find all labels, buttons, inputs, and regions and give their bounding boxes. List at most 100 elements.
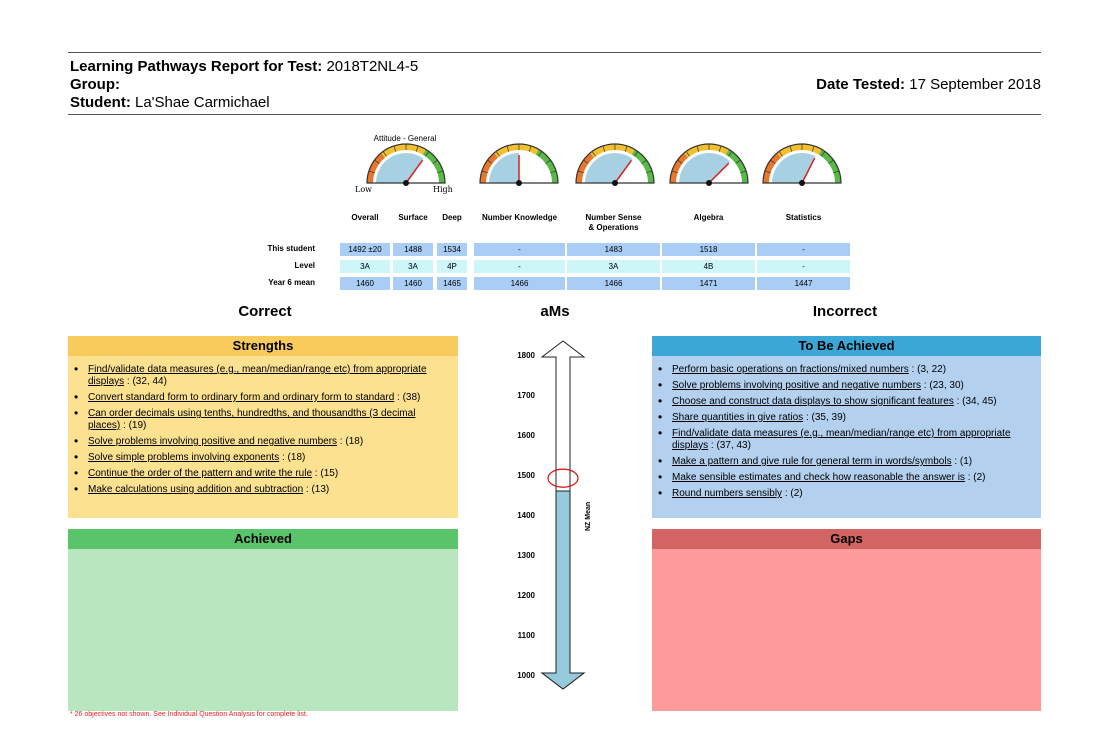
scale-tick-label: 1200 (517, 591, 535, 600)
question-refs: : (37, 43) (708, 440, 751, 451)
group-label: Group: (70, 76, 120, 93)
question-refs: : (1) (951, 456, 973, 467)
gaps-panel (652, 549, 1041, 711)
attitude-gauge (479, 143, 559, 186)
objective-link[interactable]: Share quantities in give ratios (672, 412, 803, 423)
question-refs: : (32, 44) (124, 376, 167, 387)
table-cell: 1492 ±20 (340, 243, 390, 256)
table-cell: - (757, 243, 850, 256)
table-cell: 1471 (662, 277, 755, 290)
achieved-header: Achieved (68, 529, 458, 549)
table-cell: - (474, 243, 565, 256)
table-cell: 1466 (474, 277, 565, 290)
student-line: Student: La'Shae Carmichael (70, 94, 270, 112)
scale-tick-label: 1000 (517, 671, 535, 680)
list-item: Can order decimals using tenths, hundred… (74, 407, 450, 432)
gauge-low-label: Low (355, 185, 372, 194)
to-be-achieved-header: To Be Achieved (652, 336, 1041, 356)
correct-heading: Correct (238, 303, 292, 320)
table-cell: 4B (662, 260, 755, 273)
table-column-header: Overall (351, 213, 379, 222)
table-cell: 1460 (393, 277, 433, 290)
list-item: Make sensible estimates and check how re… (658, 471, 1033, 484)
report-title: Learning Pathways Report for Test: 2018T… (70, 58, 418, 76)
incorrect-heading: Incorrect (812, 303, 878, 320)
report-title-label: Learning Pathways Report for Test: (70, 58, 323, 75)
list-item: Solve problems involving positive and ne… (658, 379, 1033, 392)
objective-link[interactable]: Round numbers sensibly (672, 488, 782, 499)
question-refs: : (35, 39) (803, 412, 846, 423)
table-column-header: Number Sense & Operations (585, 213, 642, 232)
table-cell: 1465 (437, 277, 467, 290)
list-item: Make a pattern and give rule for general… (658, 455, 1033, 468)
objective-link[interactable]: Solve problems involving positive and ne… (88, 436, 337, 447)
question-refs: : (2) (964, 472, 986, 483)
question-refs: : (18) (337, 436, 364, 447)
header-bottom-rule (68, 114, 1041, 115)
header-top-rule (68, 52, 1041, 53)
list-item: Find/validate data measures (e.g., mean/… (74, 363, 450, 388)
table-column-header: Surface (398, 213, 428, 222)
scale-tick-label: 1400 (517, 511, 535, 520)
nz-mean-label: NZ Mean (585, 502, 592, 531)
table-cell: 3A (393, 260, 433, 273)
table-cell: 1534 (437, 243, 467, 256)
objective-link[interactable]: Solve simple problems involving exponent… (88, 452, 279, 463)
table-row-label: Level (294, 261, 315, 270)
table-cell: 1483 (567, 243, 660, 256)
table-cell: 3A (340, 260, 390, 273)
report-title-value: 2018T2NL4-5 (326, 58, 419, 75)
attitude-gauge (762, 143, 842, 186)
list-item: Find/validate data measures (e.g., mean/… (658, 427, 1033, 452)
question-refs: : (3, 22) (908, 364, 947, 375)
table-cell: 3A (567, 260, 660, 273)
attitude-gauge (575, 143, 655, 186)
student-label: Student: (70, 94, 131, 111)
nz-mean-fill (540, 490, 586, 690)
objective-link[interactable]: Perform basic operations on fractions/mi… (672, 364, 909, 375)
list-item: Choose and construct data displays to sh… (658, 395, 1033, 408)
list-item: Convert standard form to ordinary form a… (74, 391, 450, 404)
question-refs: : (15) (312, 468, 339, 479)
table-cell: 1488 (393, 243, 433, 256)
table-cell: - (757, 260, 850, 273)
question-refs: : (23, 30) (921, 380, 964, 391)
table-cell: 1518 (662, 243, 755, 256)
date-tested-value: 17 September 2018 (909, 76, 1041, 93)
question-refs: : (13) (303, 484, 330, 495)
objective-link[interactable]: Solve problems involving positive and ne… (672, 380, 921, 391)
list-item: Share quantities in give ratios : (35, 3… (658, 411, 1033, 424)
list-item: Solve simple problems involving exponent… (74, 451, 450, 464)
list-item: Perform basic operations on fractions/mi… (658, 363, 1033, 376)
objective-link[interactable]: Make calculations using addition and sub… (88, 484, 303, 495)
objective-link[interactable]: Continue the order of the pattern and wr… (88, 468, 312, 479)
question-refs: : (19) (120, 420, 147, 431)
date-tested: Date Tested: 17 September 2018 (816, 76, 1041, 94)
objective-link[interactable]: Convert standard form to ordinary form a… (88, 392, 394, 403)
to-be-achieved-panel: Perform basic operations on fractions/mi… (652, 356, 1041, 518)
list-item: Solve problems involving positive and ne… (74, 435, 450, 448)
scale-tick-label: 1600 (517, 431, 535, 440)
question-refs: : (18) (279, 452, 306, 463)
list-item: Round numbers sensibly : (2) (658, 487, 1033, 500)
table-column-header: Number Knowledge (481, 213, 558, 222)
table-row-label: Year 6 mean (268, 278, 315, 287)
question-refs: : (2) (782, 488, 803, 499)
table-cell: 1460 (340, 277, 390, 290)
objective-link[interactable]: Choose and construct data displays to sh… (672, 396, 954, 407)
gauge-high-label: High (433, 185, 453, 194)
question-refs: : (38) (394, 392, 421, 403)
table-column-header: Statistics (785, 213, 822, 222)
scale-tick-label: 1500 (517, 471, 535, 480)
date-tested-label: Date Tested: (816, 76, 906, 93)
achieved-panel (68, 549, 458, 711)
student-value: La'Shae Carmichael (135, 94, 270, 111)
objective-link[interactable]: Make sensible estimates and check how re… (672, 472, 965, 483)
gaps-header: Gaps (652, 529, 1041, 549)
ams-heading: aMs (540, 303, 570, 320)
table-column-header: Algebra (693, 213, 724, 222)
table-cell: 1466 (567, 277, 660, 290)
attitude-gauge (669, 143, 749, 186)
table-row-label: This student (267, 244, 315, 253)
objective-link[interactable]: Make a pattern and give rule for general… (672, 456, 952, 467)
